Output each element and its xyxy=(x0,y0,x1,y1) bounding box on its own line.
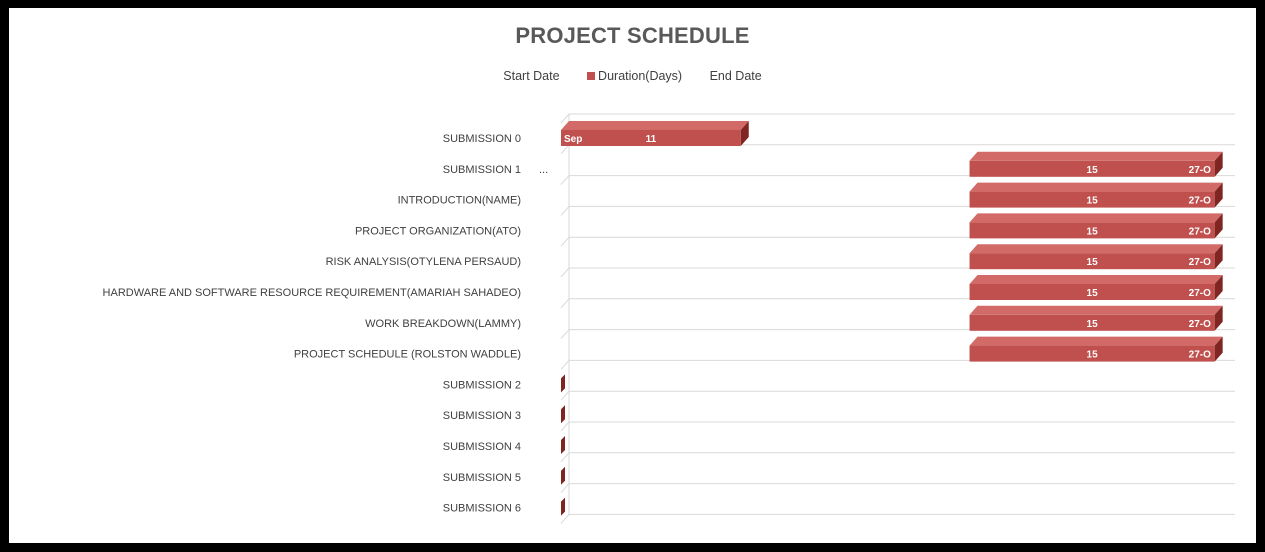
category-label: PROJECT SCHEDULE (ROLSTON WADDLE) xyxy=(294,349,521,361)
duration-bar-zero xyxy=(561,374,565,393)
duration-value-label: 15 xyxy=(1087,165,1099,176)
category-label: SUBMISSION 1 xyxy=(443,164,521,176)
end-date-label: 27-O xyxy=(1189,319,1211,330)
duration-bar-zero xyxy=(561,436,565,454)
duration-bar-zero xyxy=(561,466,565,485)
category-label: PROJECT ORGANIZATION(ATO) xyxy=(355,225,521,237)
category-label: RISK ANALYSIS(OTYLENA PERSAUD) xyxy=(326,256,521,268)
category-label: SUBMISSION 4 xyxy=(443,441,521,453)
category-label: SUBMISSION 5 xyxy=(443,472,521,484)
gridline xyxy=(560,483,1235,493)
duration-bar-top xyxy=(969,275,1223,284)
duration-value-label: 11 xyxy=(646,134,657,145)
gridline xyxy=(560,390,1235,401)
start-date-label: Sep xyxy=(564,134,582,145)
gridline xyxy=(560,359,1235,370)
duration-bar-zero xyxy=(561,497,565,516)
duration-value-label: 15 xyxy=(1087,288,1099,299)
duration-bar-top xyxy=(969,151,1223,161)
duration-bar-top xyxy=(969,182,1223,192)
gridline xyxy=(560,421,1235,432)
end-date-label: 27-O xyxy=(1189,257,1211,268)
duration-bar-top xyxy=(969,213,1223,223)
end-date-label: 27-O xyxy=(1189,350,1211,361)
gridline xyxy=(560,452,1235,463)
duration-value-label: 15 xyxy=(1087,196,1099,207)
category-label: SUBMISSION 3 xyxy=(443,410,521,422)
category-label-ellipsis: ... xyxy=(539,164,548,176)
category-label: HARDWARE AND SOFTWARE RESOURCE REQUIREME… xyxy=(103,287,521,299)
duration-bar-top xyxy=(969,336,1223,346)
gridline xyxy=(560,513,1235,524)
category-label: WORK BREAKDOWN(LAMMY) xyxy=(365,318,521,330)
chart-frame: PROJECT SCHEDULE Start Date Duration(Day… xyxy=(9,8,1256,543)
end-date-label: 27-O xyxy=(1189,288,1211,299)
duration-value-label: 15 xyxy=(1087,319,1099,330)
category-label: SUBMISSION 0 xyxy=(443,133,521,145)
duration-bar-top xyxy=(969,305,1223,315)
duration-bar-zero xyxy=(561,405,565,424)
end-date-label: 27-O xyxy=(1189,196,1211,207)
category-label: SUBMISSION 2 xyxy=(443,379,521,391)
duration-bar-top xyxy=(561,121,749,130)
category-label: SUBMISSION 6 xyxy=(443,503,521,515)
end-date-label: 27-O xyxy=(1189,165,1211,176)
gantt-chart-plot: SUBMISSION 0 Sep 11 SUBMISSION 1... 15 27-O IN… xyxy=(103,113,1235,524)
duration-bar-top xyxy=(969,244,1223,254)
duration-value-label: 15 xyxy=(1087,257,1099,268)
category-label: INTRODUCTION(NAME) xyxy=(398,195,521,207)
duration-value-label: 15 xyxy=(1087,226,1099,237)
end-date-label: 27-O xyxy=(1189,226,1211,237)
duration-value-label: 15 xyxy=(1087,350,1099,361)
